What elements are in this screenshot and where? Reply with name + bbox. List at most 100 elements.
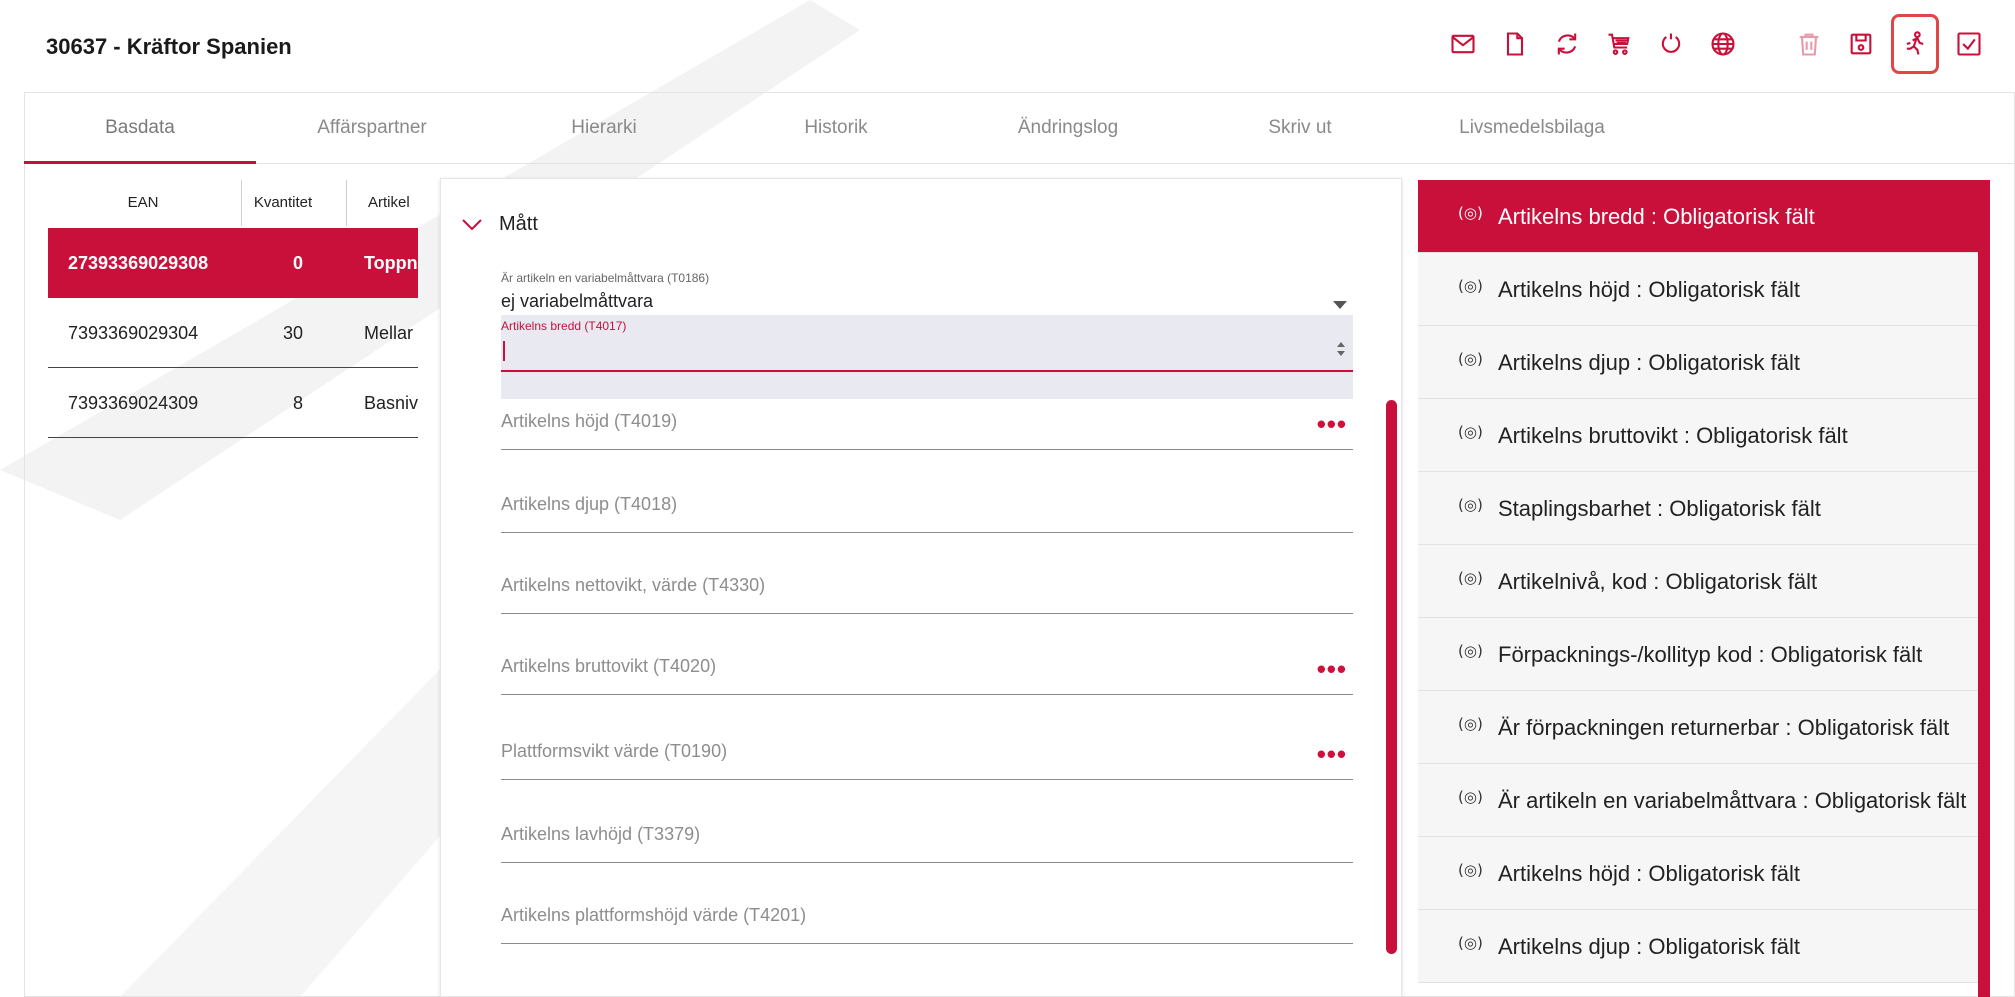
globe-button[interactable] <box>1701 22 1745 66</box>
validation-list: (◎) Artikelns bredd : Obligatorisk fält … <box>1418 180 1990 997</box>
validation-item[interactable]: (◎) Artikelns höjd : Obligatorisk fält <box>1418 253 1978 326</box>
cart-button[interactable] <box>1597 22 1641 66</box>
article-table: EAN Kvantitet Artikel 27393369029308 0 T… <box>48 170 418 438</box>
article-cell: Basniv <box>364 393 418 413</box>
warning-icon: (◎) <box>1458 496 1483 514</box>
validation-item[interactable]: (◎) Är artikeln en variabelmåttvara : Ob… <box>1418 764 1978 837</box>
field-placeholder: Artikelns höjd (T4019) <box>501 411 678 431</box>
height-input[interactable]: Artikelns höjd (T4019) ••• <box>501 411 1353 451</box>
run-validation-button[interactable] <box>1891 14 1939 74</box>
warning-icon: (◎) <box>1458 204 1483 222</box>
tab-livsmedelsbilaga[interactable]: Livsmedelsbilaga <box>1416 92 1648 164</box>
tab-historik[interactable]: Historik <box>720 92 952 164</box>
text-cursor <box>503 341 505 361</box>
tab-skriv-ut[interactable]: Skriv ut <box>1184 92 1416 164</box>
column-separator[interactable] <box>346 180 347 226</box>
validation-text: Är artikeln en variabelmåttvara : Obliga… <box>1498 787 1967 813</box>
warning-icon: (◎) <box>1458 569 1483 587</box>
column-header-ean[interactable]: EAN <box>48 170 238 228</box>
validation-item[interactable]: (◎) Artikelns djup : Obligatorisk fält <box>1418 326 1978 399</box>
field-underline <box>501 613 1353 614</box>
approve-button[interactable] <box>1947 22 1991 66</box>
spinner-icon[interactable] <box>1335 339 1347 359</box>
field-underline <box>501 694 1353 695</box>
power-icon <box>1661 33 1681 53</box>
field-underline <box>501 943 1353 944</box>
tab-hierarki[interactable]: Hierarki <box>488 92 720 164</box>
form-scrollbar[interactable] <box>1386 400 1397 954</box>
validation-item[interactable]: (◎) Artikelns bruttovikt : Obligatorisk … <box>1418 399 1978 472</box>
warning-icon: (◎) <box>1458 642 1483 660</box>
column-header-artikel[interactable]: Artikel <box>368 170 418 228</box>
more-options-icon[interactable]: ••• <box>1317 741 1347 767</box>
validation-text: Är förpackningen returnerbar : Obligator… <box>1498 714 1950 740</box>
table-row[interactable]: 7393369029304 30 Mellar <box>48 298 418 368</box>
table-header: EAN Kvantitet Artikel <box>48 170 418 228</box>
field-label: Artikelns bredd (T4017) <box>501 319 627 333</box>
tab-affarspartner[interactable]: Affärspartner <box>256 92 488 164</box>
section-toggle-matt[interactable]: Mått <box>461 209 538 239</box>
validation-item[interactable]: (◎) Är förpackningen returnerbar : Oblig… <box>1418 691 1978 764</box>
field-underline <box>501 449 1353 450</box>
validation-item[interactable]: (◎) Förpacknings-/kollityp kod : Obligat… <box>1418 618 1978 691</box>
validation-text: Förpacknings-/kollityp kod : Obligatoris… <box>1498 641 1923 667</box>
refresh-button[interactable] <box>1545 22 1589 66</box>
select-value: ej variabelmåttvara <box>501 291 654 311</box>
validation-text: Artikelns djup : Obligatorisk fält <box>1498 349 1801 375</box>
field-underline <box>501 862 1353 863</box>
depth-input[interactable]: Artikelns djup (T4018) <box>501 494 1353 534</box>
more-options-icon[interactable]: ••• <box>1317 411 1347 437</box>
warning-icon: (◎) <box>1458 277 1483 295</box>
trash-icon <box>1799 33 1819 56</box>
power-button[interactable] <box>1649 22 1693 66</box>
warning-icon: (◎) <box>1458 350 1483 368</box>
more-options-icon[interactable]: ••• <box>1317 656 1347 682</box>
ean-cell: 7393369024309 <box>68 393 199 413</box>
validation-item[interactable]: (◎) Artikelns djup : Obligatorisk fält <box>1418 910 1978 983</box>
delete-button[interactable] <box>1787 22 1831 66</box>
field-placeholder: Artikelns plattformshöjd värde (T4201) <box>501 905 807 925</box>
field-underline <box>501 532 1353 533</box>
platform-height-input[interactable]: Artikelns plattformshöjd värde (T4201) <box>501 905 1353 945</box>
field-underline <box>501 779 1353 780</box>
document-icon <box>1506 32 1524 56</box>
mail-icon <box>1451 34 1475 54</box>
column-separator[interactable] <box>241 180 242 226</box>
active-tab-indicator <box>24 161 256 164</box>
save-button[interactable] <box>1839 22 1883 66</box>
validation-text: Staplingsbarhet : Obligatorisk fält <box>1498 495 1821 521</box>
gross-weight-input[interactable]: Artikelns bruttovikt (T4020) ••• <box>501 656 1353 696</box>
globe-icon <box>1711 32 1735 56</box>
document-button[interactable] <box>1493 22 1537 66</box>
tab-label: Skriv ut <box>1268 117 1332 138</box>
tab-basdata[interactable]: Basdata <box>24 92 256 164</box>
validation-text: Artikelns djup : Obligatorisk fält <box>1498 933 1801 959</box>
dimensions-form: Mått Är artikeln en variabelmåttvara (T0… <box>440 178 1402 997</box>
tab-label: Hierarki <box>571 117 637 138</box>
article-cell: Mellar <box>364 323 414 343</box>
validation-item[interactable]: (◎) Staplingsbarhet : Obligatorisk fält <box>1418 472 1978 545</box>
tab-andringslog[interactable]: Ändringslog <box>952 92 1184 164</box>
dropdown-arrow-icon <box>1333 301 1347 309</box>
tab-label: Basdata <box>105 117 175 138</box>
pallet-height-input[interactable]: Artikelns lavhöjd (T3379) <box>501 824 1353 864</box>
width-input[interactable]: Artikelns bredd (T4017) <box>501 315 1353 399</box>
mail-button[interactable] <box>1441 22 1485 66</box>
field-placeholder: Artikelns bruttovikt (T4020) <box>501 656 717 676</box>
field-placeholder: Artikelns djup (T4018) <box>501 494 678 514</box>
platform-weight-input[interactable]: Plattformsvikt värde (T0190) ••• <box>501 741 1353 781</box>
article-cell: Toppn <box>364 253 418 273</box>
table-row[interactable]: 27393369029308 0 Toppn <box>48 228 418 298</box>
validation-item[interactable]: (◎) Artikelns bredd : Obligatorisk fält <box>1418 180 1978 253</box>
ean-cell: 7393369029304 <box>68 323 199 343</box>
warning-icon: (◎) <box>1458 788 1483 806</box>
column-header-kvantitet[interactable]: Kvantitet <box>248 170 318 228</box>
net-weight-input[interactable]: Artikelns nettovikt, värde (T4330) <box>501 575 1353 615</box>
validation-text: Artikelns bredd : Obligatorisk fält <box>1498 203 1815 229</box>
validation-item[interactable]: (◎) Artikelnivå, kod : Obligatorisk fält <box>1418 545 1978 618</box>
save-icon <box>1850 33 1872 55</box>
toolbar <box>1433 14 1991 74</box>
validation-item[interactable]: (◎) Artikelns höjd : Obligatorisk fält <box>1418 837 1978 910</box>
table-row[interactable]: 7393369024309 8 Basniv <box>48 368 418 438</box>
ean-cell: 27393369029308 <box>68 253 209 273</box>
